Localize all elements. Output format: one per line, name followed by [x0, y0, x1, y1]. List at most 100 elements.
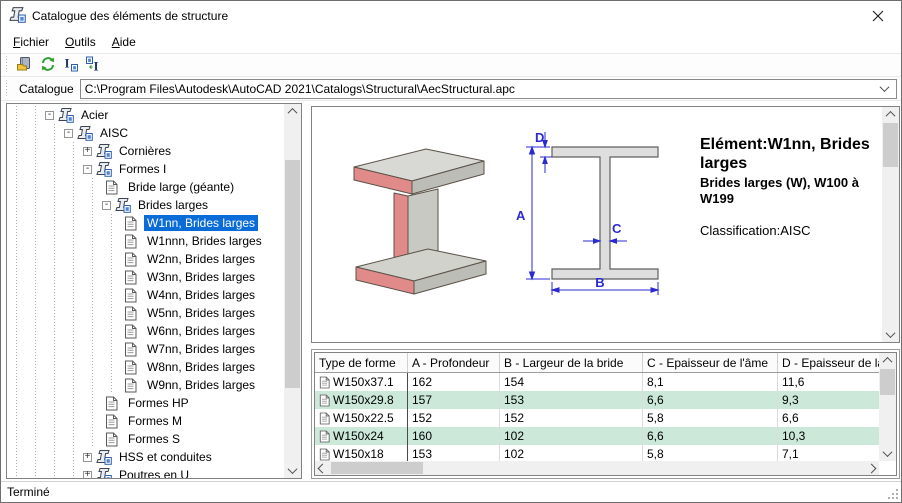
tree-expand-box[interactable]: + — [83, 469, 92, 478]
copy-member-type-button[interactable]: I — [82, 54, 105, 76]
column-header-0[interactable]: Type de forme — [315, 353, 408, 372]
tree-item-formes-hp[interactable]: Formes HP — [7, 394, 284, 412]
tree-guide-line — [83, 250, 102, 268]
column-header-2[interactable]: B - Largeur de la bride — [500, 353, 643, 372]
close-button[interactable] — [863, 4, 893, 28]
table-scroll-thumb[interactable] — [880, 369, 895, 395]
scroll-up-button[interactable] — [284, 104, 301, 119]
document-icon — [125, 342, 137, 356]
column-header-4[interactable]: D - Epaisseur de la — [778, 353, 879, 372]
tree-guide-line — [7, 142, 26, 160]
tree-guide-line — [7, 322, 26, 340]
tree-guide-line — [26, 160, 45, 178]
tree-guide-line — [45, 250, 64, 268]
tree-item-w1nn-brides-larges[interactable]: W1nn, Brides larges — [7, 214, 284, 232]
table-vertical-scrollbar[interactable] — [879, 353, 896, 461]
tree-collapse-box[interactable]: - — [64, 127, 73, 138]
scroll-down-button[interactable] — [879, 446, 896, 461]
tree-item-aisc[interactable]: - AISC — [7, 124, 284, 142]
tree-guide-line — [26, 268, 45, 286]
column-header-3[interactable]: C - Epaisseur de l'âme — [643, 353, 778, 372]
document-icon — [106, 414, 118, 428]
table-hscroll-thumb[interactable] — [331, 462, 423, 474]
refresh-catalog-button[interactable] — [36, 54, 59, 76]
tree-item-formes-m[interactable]: Formes M — [7, 412, 284, 430]
tree-item-brides-larges[interactable]: - Brides larges — [7, 196, 284, 214]
scroll-left-button[interactable] — [315, 461, 330, 475]
toolbar-grip[interactable] — [4, 56, 9, 74]
tree-item-w2nn-brides-larges[interactable]: W2nn, Brides larges — [7, 250, 284, 268]
tree-scroll-thumb[interactable] — [285, 160, 300, 388]
svg-text:I: I — [65, 56, 70, 71]
menu-item-fichier[interactable]: Fichier — [5, 33, 57, 52]
preview-scroll-thumb[interactable] — [883, 123, 898, 167]
table-cell: 157 — [408, 391, 500, 409]
tree-item-hss-et-conduites[interactable]: + HSS et conduites — [7, 448, 284, 466]
table-horizontal-scrollbar[interactable] — [315, 461, 879, 475]
tree-vertical-scrollbar[interactable] — [284, 104, 301, 478]
tree-item-cornie-res[interactable]: + Cornières — [7, 142, 284, 160]
tree-item-poutres-en-u[interactable]: + Poutres en U — [7, 466, 284, 478]
table-row[interactable]: W150x37.1 162 154 8,1 11,6 — [315, 373, 879, 391]
tree-item-w9nn-brides-larges[interactable]: W9nn, Brides larges — [7, 376, 284, 394]
tree-item-formes-i[interactable]: - Formes I — [7, 160, 284, 178]
tree-guide-line — [26, 430, 45, 448]
tree-item-w4nn-brides-larges[interactable]: W4nn, Brides larges — [7, 286, 284, 304]
table-row[interactable]: W150x29.8 157 153 6,6 9,3 — [315, 391, 879, 409]
tree-expand-box[interactable]: + — [83, 145, 92, 156]
tree-guide-line — [26, 124, 45, 142]
document-icon — [125, 360, 137, 374]
tree-guide-line — [64, 430, 83, 448]
member-classification: Classification:AISC — [700, 223, 811, 238]
scroll-up-button[interactable] — [882, 107, 899, 122]
copy-member-type-icon: I — [85, 56, 102, 75]
tree-guide-line — [45, 358, 64, 376]
tree-guide-line — [26, 196, 45, 214]
ibeam-category-icon — [96, 144, 112, 159]
tree-collapse-box[interactable]: - — [83, 163, 92, 174]
table-cell: 9,3 — [778, 391, 879, 409]
tree-item-w6nn-brides-larges[interactable]: W6nn, Brides larges — [7, 322, 284, 340]
column-header-1[interactable]: A - Profondeur — [408, 353, 500, 372]
tree-item-formes-s[interactable]: Formes S — [7, 430, 284, 448]
scroll-up-button[interactable] — [879, 353, 896, 368]
open-catalog-button[interactable] — [13, 54, 36, 76]
tree-item-acier[interactable]: - Acier — [7, 106, 284, 124]
scroll-right-button[interactable] — [864, 461, 879, 475]
resize-grip[interactable] — [887, 488, 899, 500]
tree-guide-line — [102, 268, 121, 286]
tree-item-label: W5nn, Brides larges — [147, 306, 256, 320]
table-row[interactable]: W150x24 160 102 6,6 10,3 — [315, 427, 879, 445]
tree-guide-line — [7, 466, 26, 478]
menu-item-aide[interactable]: Aide — [104, 33, 144, 52]
tree-collapse-box[interactable]: - — [102, 199, 111, 210]
tree-item-bride-large-ge-ante[interactable]: Bride large (géante) — [7, 178, 284, 196]
tree-guide-line — [26, 142, 45, 160]
tree-item-label: W9nn, Brides larges — [147, 378, 256, 392]
add-member-type-button[interactable]: I — [59, 54, 82, 76]
scroll-down-button[interactable] — [882, 327, 899, 342]
tree-expand-box[interactable]: + — [83, 451, 92, 462]
tree-item-label: Brides larges — [138, 198, 209, 212]
tree-guide-line — [7, 106, 26, 124]
catalog-path-combobox[interactable]: C:\Program Files\Autodesk\AutoCAD 2021\C… — [79, 78, 897, 99]
tree-item-w5nn-brides-larges[interactable]: W5nn, Brides larges — [7, 304, 284, 322]
catalog-bar-grip[interactable] — [4, 79, 9, 98]
combobox-dropdown-button[interactable] — [876, 82, 892, 93]
tree-item-w3nn-brides-larges[interactable]: W3nn, Brides larges — [7, 268, 284, 286]
tree-guide-line — [45, 304, 64, 322]
preview-vertical-scrollbar[interactable] — [882, 107, 899, 342]
tree-collapse-box[interactable]: - — [45, 109, 54, 120]
tree-item-w8nn-brides-larges[interactable]: W8nn, Brides larges — [7, 358, 284, 376]
chevron-up-icon — [287, 107, 298, 118]
menu-item-outils[interactable]: Outils — [57, 33, 104, 52]
tree-guide-line — [45, 376, 64, 394]
tree-guide-line — [7, 430, 26, 448]
scroll-down-button[interactable] — [284, 463, 301, 478]
tree-item-w7nn-brides-larges[interactable]: W7nn, Brides larges — [7, 340, 284, 358]
table-row[interactable]: W150x22.5 152 152 5,8 6,6 — [315, 409, 879, 427]
tree-guide-line — [83, 268, 102, 286]
tree-item-w1nnn-brides-larges[interactable]: W1nnn, Brides larges — [7, 232, 284, 250]
table-row[interactable]: W150x18 153 102 5,8 7,1 — [315, 445, 879, 461]
tree-guide-line — [64, 160, 83, 178]
